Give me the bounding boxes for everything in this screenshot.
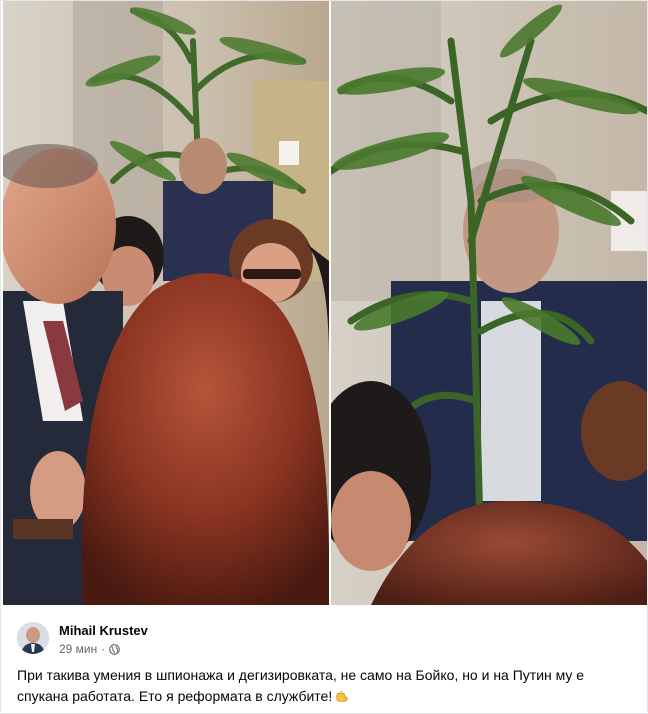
post-meta: 29 мин · (59, 642, 121, 656)
author-name[interactable]: Mihail Krustev (59, 623, 148, 638)
avatar-image (17, 622, 49, 654)
thumbs-up-hand-emoji-icon (336, 691, 348, 702)
post-text: При такива умения в шпионажа и дегизиров… (17, 665, 629, 707)
photo-right[interactable] (331, 1, 647, 605)
post-time[interactable]: 29 мин (59, 642, 97, 656)
post-header: Mihail Krustev 29 мин · (17, 619, 617, 659)
post-body: При такива умения в шпионажа и дегизиров… (17, 667, 585, 704)
globe-icon[interactable] (109, 643, 121, 655)
post-photos[interactable] (3, 1, 647, 605)
photo-left[interactable] (3, 1, 329, 605)
meta-separator: · (101, 642, 106, 656)
avatar[interactable] (17, 622, 49, 654)
facebook-post: Mihail Krustev 29 мин · При такива умени… (0, 0, 648, 714)
photo-right-image (331, 1, 647, 605)
photo-left-image (3, 1, 329, 605)
